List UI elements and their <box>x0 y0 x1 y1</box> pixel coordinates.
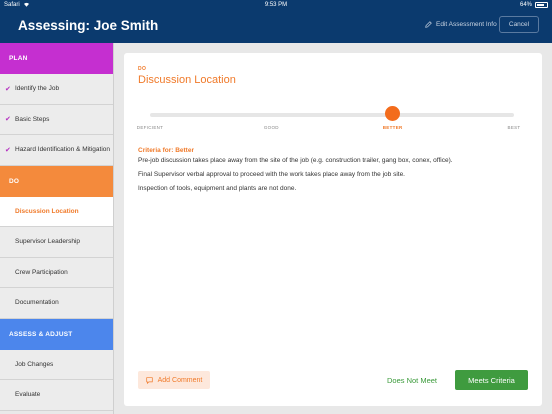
checkmark-icon: ✔ <box>5 146 11 154</box>
sidebar-item-identify-the-job[interactable]: ✔ Identify the Job <box>0 74 113 105</box>
rating-label-good[interactable]: GOOD <box>264 125 279 130</box>
pencil-icon <box>425 21 432 28</box>
criterion-title: Discussion Location <box>138 74 236 86</box>
section-do-header[interactable]: DO <box>0 165 113 197</box>
rating-label-best[interactable]: BEST <box>508 125 521 130</box>
rating-label-deficient[interactable]: DEFICIENT <box>137 125 163 130</box>
section-tag: DO <box>138 66 147 72</box>
cancel-button[interactable]: Cancel <box>499 16 539 33</box>
does-not-meet-button[interactable]: Does Not Meet <box>382 371 442 389</box>
sidebar-item-discussion-location[interactable]: Discussion Location <box>0 196 113 227</box>
criteria-line: Final Supervisor verbal approval to proc… <box>138 171 405 178</box>
sidebar-item-label: Basic Steps <box>15 115 50 123</box>
sidebar-item-label: Evaluate <box>15 391 41 399</box>
sidebar-item-label: Discussion Location <box>15 207 79 215</box>
comment-icon <box>145 376 153 384</box>
add-comment-button[interactable]: Add Comment <box>138 371 210 389</box>
checkmark-icon: ✔ <box>5 85 11 93</box>
section-plan-header[interactable]: PLAN <box>0 43 113 74</box>
checkmark-icon: ✔ <box>5 116 11 124</box>
assessment-card: DO Discussion Location DEFICIENT GOOD BE… <box>124 53 542 406</box>
page-title: Assessing: Joe Smith <box>18 18 159 33</box>
status-time: 9:53 PM <box>264 1 288 8</box>
sidebar-item-crew-participation[interactable]: Crew Participation <box>0 257 113 288</box>
section-assess-header[interactable]: ASSESS & ADJUST <box>0 318 113 350</box>
sidebar-item-documentation[interactable]: Documentation <box>0 288 113 319</box>
criteria-heading: Criteria for: Better <box>138 147 194 154</box>
sidebar-item-label: Identify the Job <box>15 85 60 93</box>
edit-assessment-label: Edit Assessment Info <box>436 21 497 28</box>
add-comment-label: Add Comment <box>157 376 203 384</box>
sidebar-item-label: Documentation <box>15 299 59 307</box>
sidebar-item-label: Hazard Identification & Mitigation <box>15 146 111 154</box>
criteria-line: Pre-job discussion takes place away from… <box>138 157 453 164</box>
sidebar-item-label: Job Changes <box>15 360 54 368</box>
sidebar-item-supervisor-leadership[interactable]: Supervisor Leadership <box>0 227 113 258</box>
criteria-line: Inspection of tools, equipment and plant… <box>138 185 297 192</box>
sidebar-item-hazard-identification[interactable]: ✔ Hazard Identification & Mitigation <box>0 135 113 166</box>
meets-criteria-button[interactable]: Meets Criteria <box>455 370 528 390</box>
sidebar-item-job-changes[interactable]: Job Changes <box>0 349 113 380</box>
app-header: Assessing: Joe Smith Edit Assessment Inf… <box>0 9 552 43</box>
status-bar: Safari 9:53 PM 64% <box>0 0 552 9</box>
edit-assessment-button[interactable]: Edit Assessment Info <box>425 21 497 28</box>
rating-label-better[interactable]: BETTER <box>383 125 403 130</box>
sidebar-item-label: Supervisor Leadership <box>15 238 81 246</box>
rating-slider-track[interactable] <box>150 113 514 117</box>
sidebar-item-label: Crew Participation <box>15 268 68 276</box>
battery-icon <box>535 1 548 8</box>
rating-slider-handle[interactable] <box>385 106 401 121</box>
sidebar-item-evaluate[interactable]: Evaluate <box>0 380 113 411</box>
sidebar-item-basic-steps[interactable]: ✔ Basic Steps <box>0 104 113 135</box>
sidebar: PLAN ✔ Identify the Job ✔ Basic Steps ✔ … <box>0 43 114 414</box>
